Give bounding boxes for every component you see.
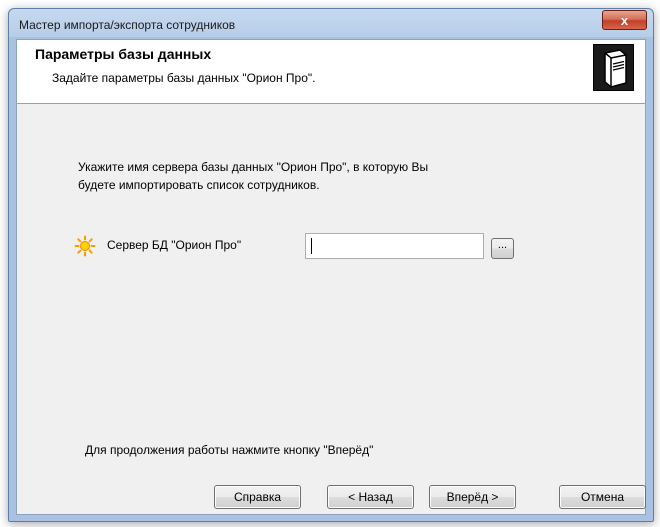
- page-title: Параметры базы данных: [35, 46, 212, 62]
- window-title: Мастер импорта/экспорта сотрудников: [19, 18, 236, 32]
- instruction-text: Укажите имя сервера базы данных "Орион П…: [78, 158, 598, 194]
- cancel-button[interactable]: Отмена: [559, 485, 646, 509]
- close-icon: x: [620, 12, 629, 28]
- close-button[interactable]: x: [602, 10, 647, 30]
- server-field-row: Сервер БД "Орион Про" ...: [17, 230, 647, 260]
- back-button[interactable]: < Назад: [327, 485, 414, 509]
- wizard-window: Мастер импорта/экспорта сотрудников x Па…: [8, 8, 654, 522]
- help-button[interactable]: Справка: [214, 485, 301, 509]
- browse-button[interactable]: ...: [491, 238, 514, 259]
- instruction-line-2: будете импортировать список сотрудников.: [78, 178, 320, 192]
- wizard-client-area: Параметры базы данных Задайте параметры …: [16, 39, 646, 515]
- server-icon: [593, 44, 634, 91]
- continue-hint: Для продолжения работы нажмите кнопку "В…: [85, 443, 374, 457]
- instruction-line-1: Укажите имя сервера базы данных "Орион П…: [78, 160, 429, 174]
- title-bar[interactable]: Мастер импорта/экспорта сотрудников x: [9, 9, 653, 39]
- next-button[interactable]: Вперёд >: [429, 485, 516, 509]
- text-caret: [311, 238, 312, 254]
- server-field-label: Сервер БД "Орион Про": [107, 238, 242, 252]
- wizard-header: Параметры базы данных Задайте параметры …: [17, 40, 645, 104]
- server-input[interactable]: [305, 233, 484, 259]
- sun-icon: [74, 235, 96, 257]
- page-subtitle: Задайте параметры базы данных "Орион Про…: [52, 71, 316, 85]
